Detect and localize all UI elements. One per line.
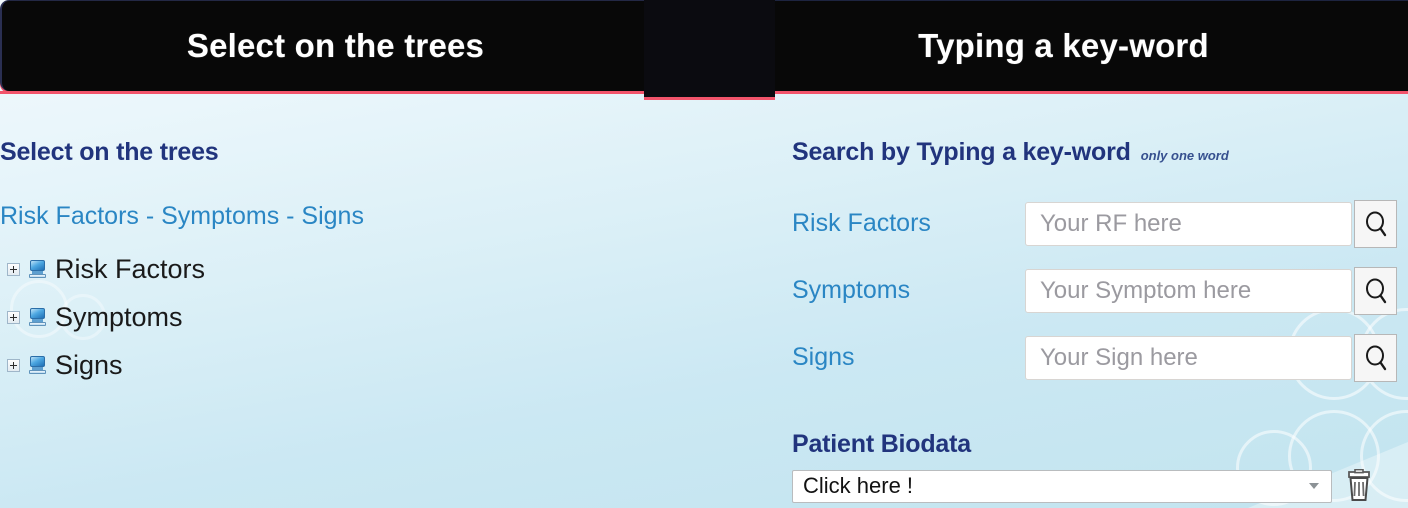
patient-biodata-heading: Patient Biodata — [792, 430, 971, 458]
patient-biodata-section: Patient Biodata Click here ! — [792, 430, 1408, 506]
search-row-label: Symptoms — [792, 276, 911, 304]
patient-biodata-dropdown[interactable]: Click here ! — [792, 469, 1332, 503]
trash-icon — [1348, 469, 1370, 501]
plus-box-icon[interactable] — [7, 262, 20, 276]
tree-selection-panel: Select on the trees Risk Factors - Sympt… — [0, 100, 780, 508]
banner-right-title: Typing a key-word — [918, 27, 1209, 64]
delete-biodata-button[interactable] — [1339, 466, 1379, 506]
banner-select-on-trees: Select on the trees — [0, 0, 709, 91]
right-panel-heading-group: Search by Typing a key-word only one wor… — [792, 138, 1229, 167]
patient-biodata-value: Click here ! — [803, 473, 914, 498]
search-icon — [1365, 211, 1386, 236]
tree-node-icon — [29, 307, 46, 327]
tree-node-icon — [29, 355, 46, 375]
risk-factors-search-input[interactable] — [1025, 201, 1352, 246]
plus-box-icon[interactable] — [7, 310, 20, 324]
right-panel-heading-note: only one word — [1140, 148, 1229, 163]
search-row-label: Signs — [792, 343, 855, 371]
symptoms-search-button[interactable] — [1354, 266, 1397, 315]
application-screen: Select on the trees Typing a key-word Se… — [0, 0, 1408, 508]
category-tree: Risk Factors Symptoms Signs — [0, 245, 420, 389]
tree-node-icon — [29, 259, 46, 279]
patient-biodata-control: Click here ! — [792, 466, 1408, 506]
tree-node-label: Risk Factors — [55, 253, 206, 284]
risk-factors-search-button[interactable] — [1354, 199, 1397, 248]
tree-node-label: Signs — [55, 349, 123, 380]
plus-box-icon[interactable] — [7, 358, 20, 372]
banner-left-title: Select on the trees — [186, 27, 485, 64]
keyword-search-panel: Search by Typing a key-word only one wor… — [780, 100, 1408, 508]
tree-node-signs[interactable]: Signs — [0, 341, 420, 389]
search-rows: Risk Factors Symptoms — [792, 190, 1408, 391]
banner-divider-block — [644, 0, 775, 97]
search-row-signs: Signs — [792, 324, 1408, 391]
search-icon — [1365, 345, 1386, 370]
chevron-down-icon — [1309, 483, 1319, 489]
banner-typing-keyword: Typing a key-word — [775, 0, 1408, 91]
search-row-risk-factors: Risk Factors — [792, 190, 1408, 257]
accent-rule-lower — [644, 97, 775, 100]
tree-node-label: Symptoms — [55, 301, 183, 332]
symptoms-search-input[interactable] — [1025, 268, 1352, 313]
left-panel-heading: Select on the trees — [0, 138, 219, 166]
search-row-label: Risk Factors — [792, 209, 931, 237]
tree-legend: Risk Factors - Symptoms - Signs — [0, 202, 364, 230]
header-banner-row: Select on the trees Typing a key-word — [0, 0, 1408, 100]
signs-search-input[interactable] — [1025, 335, 1352, 380]
right-panel-heading: Search by Typing a key-word — [792, 138, 1131, 166]
tree-node-symptoms[interactable]: Symptoms — [0, 293, 420, 341]
signs-search-button[interactable] — [1354, 333, 1397, 382]
tree-node-risk-factors[interactable]: Risk Factors — [0, 245, 420, 293]
search-row-symptoms: Symptoms — [792, 257, 1408, 324]
search-icon — [1365, 278, 1386, 303]
